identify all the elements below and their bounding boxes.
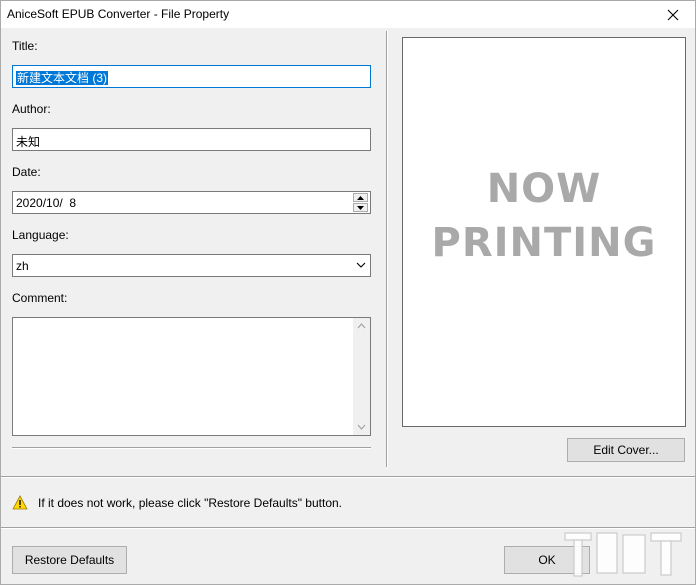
cover-preview: NOW PRINTING [402, 37, 686, 427]
author-input[interactable]: 未知 [12, 128, 371, 151]
scroll-down-icon [357, 424, 366, 430]
notice-divider-top [1, 476, 695, 478]
warning-icon [12, 495, 28, 510]
author-label: Author: [12, 102, 51, 116]
chevron-down-icon [356, 262, 366, 268]
cover-text-printing: PRINTING [431, 220, 657, 266]
date-label: Date: [12, 165, 41, 179]
comment-label: Comment: [12, 291, 68, 305]
scroll-up-icon [357, 323, 366, 329]
window-title: AniceSoft EPUB Converter - File Property [7, 7, 230, 21]
spin-up-button[interactable] [353, 193, 368, 202]
author-input-value: 未知 [16, 135, 41, 149]
title-input[interactable]: 新建文本文档 (3) [12, 65, 371, 88]
notice-text: If it does not work, please click "Resto… [38, 496, 342, 510]
spin-down-icon [357, 205, 364, 210]
close-icon [667, 9, 679, 20]
spin-down-button[interactable] [353, 203, 368, 212]
language-value: zh [16, 259, 29, 273]
restore-defaults-button[interactable]: Restore Defaults [12, 546, 127, 574]
edit-cover-button[interactable]: Edit Cover... [567, 438, 685, 462]
title-label: Title: [12, 39, 38, 53]
language-label: Language: [12, 228, 69, 242]
date-picker[interactable]: 2020/10/ 8 [12, 191, 371, 214]
vertical-divider [386, 31, 388, 467]
left-divider [12, 447, 371, 449]
file-property-dialog: AniceSoft EPUB Converter - File Property… [0, 0, 696, 585]
watermark-logo [564, 532, 682, 577]
spin-up-icon [357, 195, 364, 200]
title-input-value: 新建文本文档 (3) [16, 71, 109, 85]
language-select[interactable]: zh [12, 254, 371, 277]
comment-scrollbar[interactable] [353, 318, 370, 435]
date-spinner [353, 193, 369, 212]
title-bar[interactable]: AniceSoft EPUB Converter - File Property [1, 1, 695, 28]
close-button[interactable] [651, 1, 695, 28]
cover-text-now: NOW [486, 166, 602, 212]
date-value: 2020/10/ 8 [16, 196, 77, 210]
comment-textarea[interactable] [12, 317, 371, 436]
